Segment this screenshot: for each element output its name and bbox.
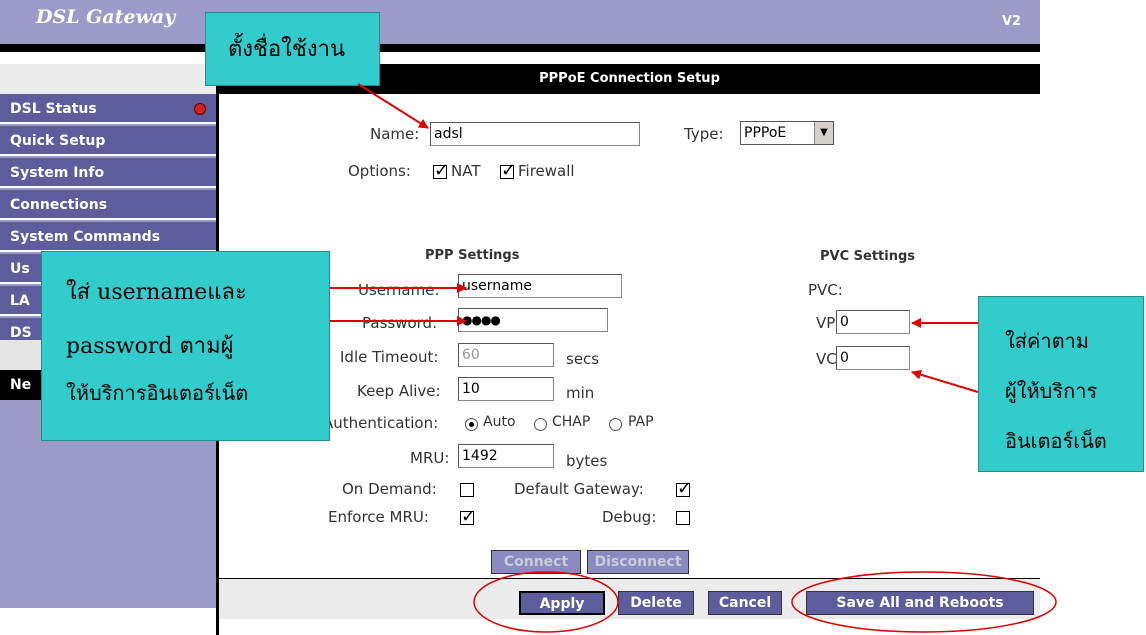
apply-highlight <box>473 571 619 633</box>
name-arrow <box>357 83 429 129</box>
save-highlight <box>791 571 1057 633</box>
vci-arrow <box>911 369 979 393</box>
annotation-overlay <box>330 83 1057 633</box>
